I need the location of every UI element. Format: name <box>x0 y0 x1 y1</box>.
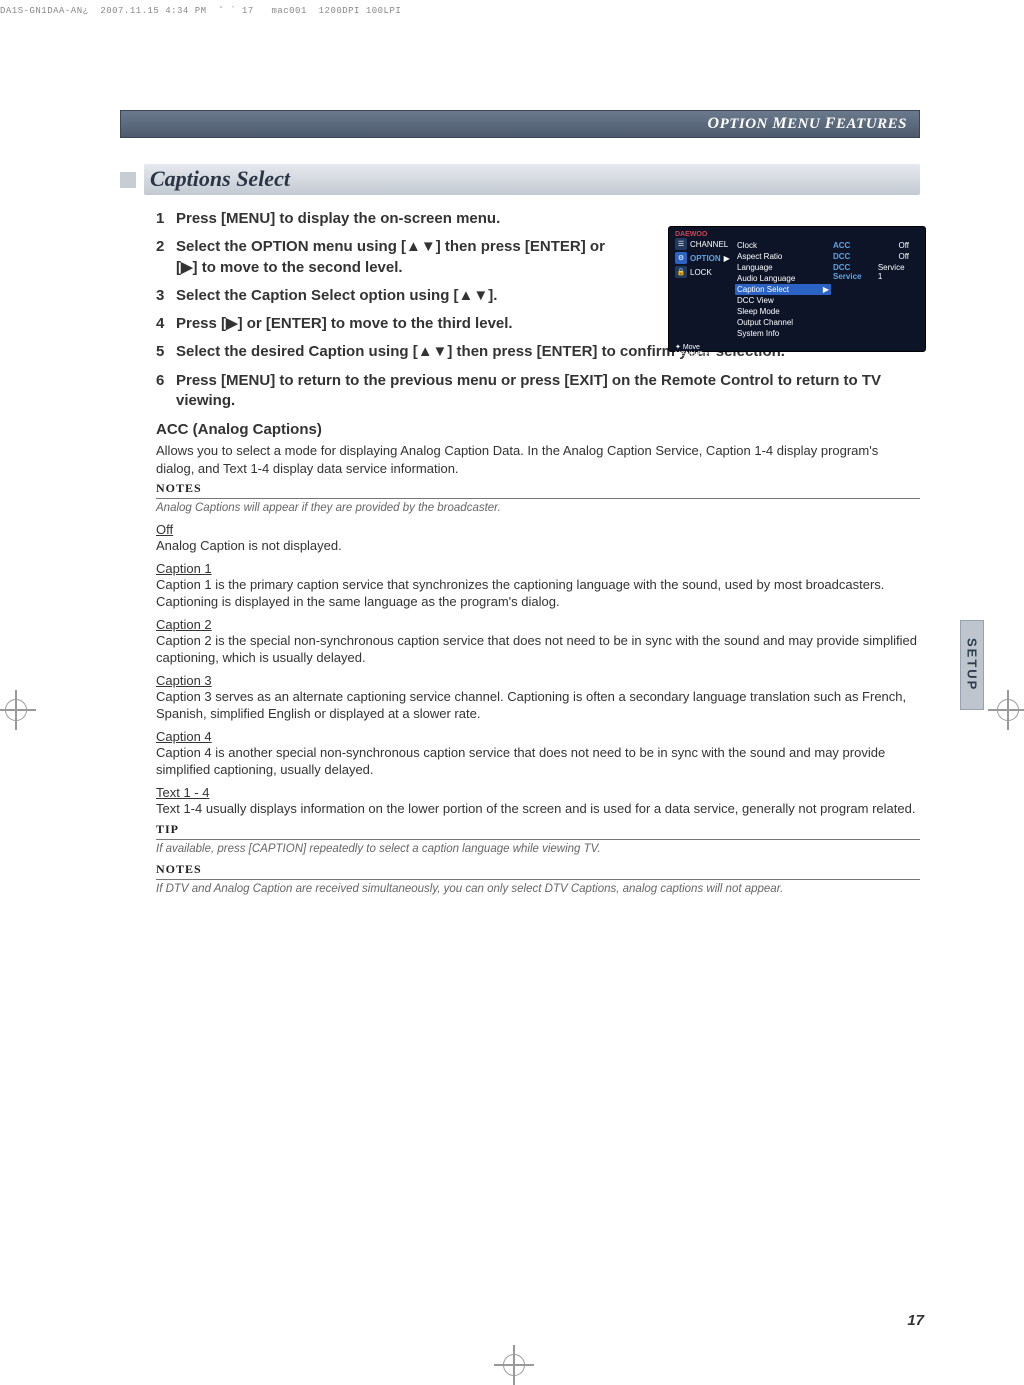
off-head: Off <box>156 522 920 537</box>
page-header: OPTION MENU FEATURES <box>120 110 920 138</box>
registration-mark-icon <box>988 690 1024 730</box>
c1-body: Caption 1 is the primary caption service… <box>156 576 920 611</box>
channel-icon: ☰ <box>675 238 687 250</box>
notes-label: NOTES <box>156 481 920 496</box>
notes-label-2: NOTES <box>156 862 920 877</box>
text-body: Text 1-4 usually displays information on… <box>156 800 920 818</box>
page-number: 17 <box>907 1312 924 1329</box>
note1: Analog Captions will appear if they are … <box>156 501 920 516</box>
note2: If DTV and Analog Caption are received s… <box>156 882 920 897</box>
menu-icon: MENU <box>675 351 698 358</box>
osd-screenshot: DAEWOO ☰CHANNEL ⚙OPTION▶ 🔒LOCK Clock Asp… <box>668 226 926 352</box>
registration-mark-icon <box>0 690 36 730</box>
filmstrip-meta: DA1S-GN1DAA-AN¿ 2007.11.15 4:34 PM ˘ ` 1… <box>0 6 900 16</box>
text-head: Text 1 - 4 <box>156 785 920 800</box>
c3-head: Caption 3 <box>156 673 920 688</box>
c3-body: Caption 3 serves as an alternate caption… <box>156 688 920 723</box>
c4-body: Caption 4 is another special non-synchro… <box>156 744 920 779</box>
tip-label: TIP <box>156 822 920 837</box>
registration-mark-icon <box>494 1345 534 1385</box>
divider <box>156 839 920 840</box>
tip-text: If available, press [CAPTION] repeatedly… <box>156 842 920 857</box>
divider <box>156 879 920 880</box>
c2-body: Caption 2 is the special non-synchronous… <box>156 632 920 667</box>
title-bullet-icon <box>120 172 136 188</box>
acc-heading: ACC (Analog Captions) <box>156 421 920 438</box>
c4-head: Caption 4 <box>156 729 920 744</box>
c1-head: Caption 1 <box>156 561 920 576</box>
move-icon: ✦ <box>675 344 683 351</box>
option-icon: ⚙ <box>675 252 687 264</box>
step-6: 6Press [MENU] to return to the previous … <box>156 371 920 412</box>
off-body: Analog Caption is not displayed. <box>156 537 920 555</box>
lock-icon: 🔒 <box>675 266 687 278</box>
divider <box>156 498 920 499</box>
section-title: Captions Select <box>144 164 920 195</box>
c2-head: Caption 2 <box>156 617 920 632</box>
sidebar-tab-setup: SETUP <box>960 620 984 710</box>
acc-body: Allows you to select a mode for displayi… <box>156 442 920 477</box>
